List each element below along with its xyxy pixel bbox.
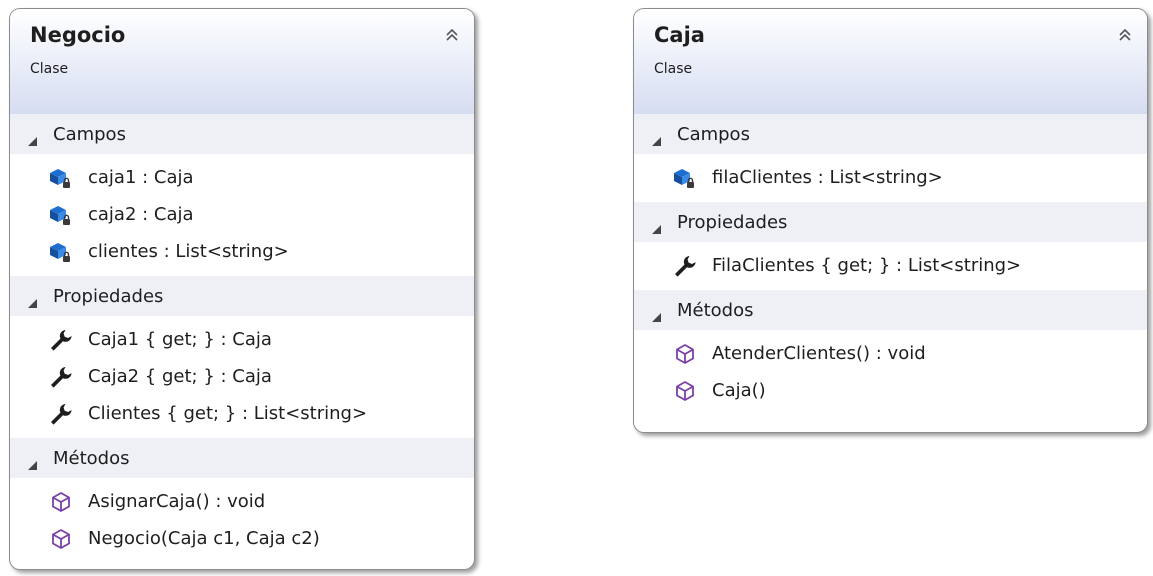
expanded-triangle-icon[interactable]	[652, 306, 661, 322]
section-title: Propiedades	[53, 285, 164, 307]
member-item[interactable]: caja2 : Caja	[10, 196, 474, 233]
private-field-icon	[48, 202, 74, 228]
member-item[interactable]: AsignarCaja() : void	[10, 483, 474, 520]
member-item[interactable]: caja1 : Caja	[10, 159, 474, 196]
member-item[interactable]: AtenderClientes() : void	[634, 335, 1147, 372]
class-header: Negocio Clase	[10, 9, 474, 114]
section-header-2[interactable]: Métodos	[634, 290, 1147, 330]
class-name: Caja	[654, 23, 705, 47]
private-field-icon	[48, 165, 74, 191]
member-item[interactable]: Caja2 { get; } : Caja	[10, 358, 474, 395]
section-title: Propiedades	[677, 211, 788, 233]
section-header-0[interactable]: Campos	[10, 114, 474, 154]
member-item[interactable]: Negocio(Caja c1, Caja c2)	[10, 520, 474, 557]
member-label: Caja2 { get; } : Caja	[88, 366, 272, 387]
member-label: FilaClientes { get; } : List<string>	[712, 255, 1022, 276]
method-cube-icon	[672, 378, 698, 404]
method-cube-icon	[48, 489, 74, 515]
property-wrench-icon	[48, 401, 74, 427]
member-item[interactable]: FilaClientes { get; } : List<string>	[634, 247, 1147, 284]
member-label: AsignarCaja() : void	[88, 491, 266, 512]
member-item[interactable]: Caja()	[634, 372, 1147, 409]
member-label: caja2 : Caja	[88, 204, 194, 225]
member-label: Caja1 { get; } : Caja	[88, 329, 272, 350]
section-header-1[interactable]: Propiedades	[10, 276, 474, 316]
class-kind: Clase	[30, 61, 69, 77]
member-label: AtenderClientes() : void	[712, 343, 926, 364]
member-item[interactable]: Caja1 { get; } : Caja	[10, 321, 474, 358]
class-box-caja[interactable]: Caja Clase Campos filaClientes : List<str…	[633, 8, 1148, 433]
property-wrench-icon	[672, 253, 698, 279]
member-label: Negocio(Caja c1, Caja c2)	[88, 528, 320, 549]
member-item[interactable]: Clientes { get; } : List<string>	[10, 395, 474, 432]
section-header-1[interactable]: Propiedades	[634, 202, 1147, 242]
property-wrench-icon	[48, 327, 74, 353]
method-cube-icon	[48, 526, 74, 552]
section-title: Métodos	[677, 299, 754, 321]
member-label: filaClientes : List<string>	[712, 167, 943, 188]
method-cube-icon	[672, 341, 698, 367]
collapse-chevron-icon[interactable]	[1117, 27, 1133, 43]
expanded-triangle-icon[interactable]	[28, 130, 37, 146]
member-label: clientes : List<string>	[88, 241, 289, 262]
section-title: Campos	[677, 123, 750, 145]
section-title: Métodos	[53, 447, 130, 469]
expanded-triangle-icon[interactable]	[652, 218, 661, 234]
class-body: Campos caja1 : Caja caja2 : Caja clientes :…	[10, 114, 474, 563]
private-field-icon	[48, 239, 74, 265]
class-box-negocio[interactable]: Negocio Clase Campos caja1 : Caja caja2 : …	[9, 8, 475, 570]
class-name: Negocio	[30, 23, 126, 47]
section-header-0[interactable]: Campos	[634, 114, 1147, 154]
private-field-icon	[672, 165, 698, 191]
member-item[interactable]: clientes : List<string>	[10, 233, 474, 270]
class-header: Caja Clase	[634, 9, 1147, 114]
collapse-chevron-icon[interactable]	[444, 27, 460, 43]
section-title: Campos	[53, 123, 126, 145]
property-wrench-icon	[48, 364, 74, 390]
expanded-triangle-icon[interactable]	[28, 454, 37, 470]
member-label: Clientes { get; } : List<string>	[88, 403, 368, 424]
expanded-triangle-icon[interactable]	[652, 130, 661, 146]
member-item[interactable]: filaClientes : List<string>	[634, 159, 1147, 196]
class-body: Campos filaClientes : List<string> Propied…	[634, 114, 1147, 415]
section-header-2[interactable]: Métodos	[10, 438, 474, 478]
member-label: Caja()	[712, 380, 766, 401]
expanded-triangle-icon[interactable]	[28, 292, 37, 308]
class-kind: Clase	[654, 61, 693, 77]
member-label: caja1 : Caja	[88, 167, 194, 188]
